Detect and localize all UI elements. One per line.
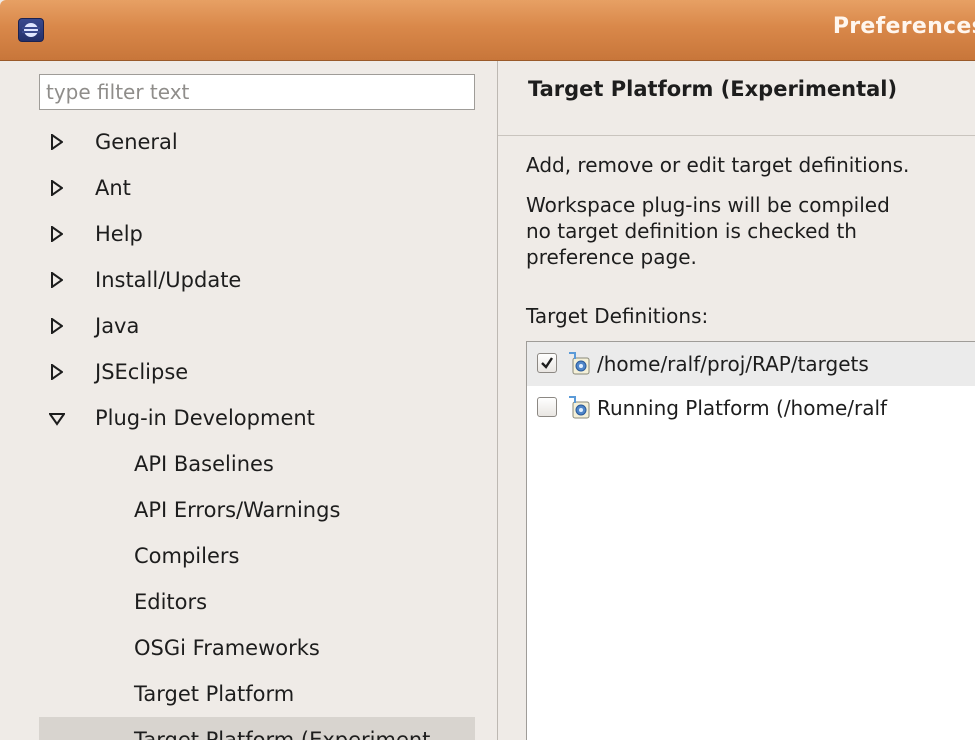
tree-item-plugin-development[interactable]: Plug-in Development bbox=[39, 395, 475, 441]
tree-item-api-errors-warnings[interactable]: API Errors/Warnings bbox=[39, 487, 475, 533]
tree-item-compilers[interactable]: Compilers bbox=[39, 533, 475, 579]
target-definitions-label: Target Definitions: bbox=[526, 304, 709, 328]
tree-item-label: Help bbox=[95, 222, 143, 246]
title-bar[interactable]: Preferences bbox=[0, 0, 975, 61]
triangle-right-icon[interactable] bbox=[51, 211, 67, 257]
triangle-right-icon[interactable] bbox=[51, 119, 67, 165]
triangle-down-icon[interactable] bbox=[49, 395, 67, 441]
title-separator bbox=[498, 135, 975, 136]
preference-page-panel: Target Platform (Experimental) Add, remo… bbox=[498, 61, 975, 740]
definition-label: /home/ralf/proj/RAP/targets bbox=[597, 352, 869, 376]
tree-item-label: Compilers bbox=[134, 544, 240, 568]
tree-item-label: Java bbox=[95, 314, 140, 338]
tree-item-target-platform-experimental[interactable]: Target Platform (Experiment bbox=[39, 717, 475, 740]
tree-item-label: Editors bbox=[134, 590, 208, 614]
tree-item-help[interactable]: Help bbox=[39, 211, 475, 257]
triangle-right-icon[interactable] bbox=[51, 349, 67, 395]
preferences-window: Preferences General Ant Help bbox=[0, 0, 975, 740]
tree-item-label: API Baselines bbox=[134, 452, 274, 476]
target-definitions-list[interactable]: /home/ralf/proj/RAP/targets Running Plat… bbox=[526, 341, 975, 740]
tree-item-osgi-frameworks[interactable]: OSGi Frameworks bbox=[39, 625, 475, 671]
tree-item-general[interactable]: General bbox=[39, 119, 475, 165]
tree-item-label: Target Platform bbox=[134, 682, 295, 706]
triangle-right-icon[interactable] bbox=[51, 165, 67, 211]
list-item[interactable]: /home/ralf/proj/RAP/targets bbox=[527, 342, 975, 386]
tree-item-install-update[interactable]: Install/Update bbox=[39, 257, 475, 303]
tree-item-label: Ant bbox=[95, 176, 131, 200]
page-title: Target Platform (Experimental) bbox=[528, 77, 898, 101]
preference-tree: General Ant Help Install/Update Java JSE… bbox=[39, 119, 475, 740]
page-description: Add, remove or edit target definitions. bbox=[526, 153, 910, 177]
triangle-right-icon[interactable] bbox=[51, 303, 67, 349]
window-title: Preferences bbox=[832, 14, 975, 39]
tree-item-label: OSGi Frameworks bbox=[134, 636, 320, 660]
preference-tree-panel: General Ant Help Install/Update bbox=[0, 61, 497, 740]
tree-item-api-baselines[interactable]: API Baselines bbox=[39, 441, 475, 487]
tree-item-ant[interactable]: Ant bbox=[39, 165, 475, 211]
tree-item-jseclipse[interactable]: JSEclipse bbox=[39, 349, 475, 395]
window-menu-icon[interactable] bbox=[18, 18, 44, 42]
filter-input[interactable] bbox=[39, 74, 475, 110]
target-definition-icon bbox=[569, 352, 590, 375]
page-description-line-3: preference page. bbox=[526, 245, 697, 269]
checkmark-icon bbox=[541, 357, 553, 369]
definition-checkbox-unchecked[interactable] bbox=[537, 397, 557, 417]
tree-item-label: Install/Update bbox=[95, 268, 242, 292]
tree-item-label: General bbox=[95, 130, 178, 154]
definition-label: Running Platform (/home/ralf bbox=[597, 396, 888, 420]
triangle-right-icon[interactable] bbox=[51, 257, 67, 303]
tree-item-java[interactable]: Java bbox=[39, 303, 475, 349]
list-item[interactable]: Running Platform (/home/ralf bbox=[527, 386, 975, 430]
page-description-line-2: no target definition is checked th bbox=[526, 219, 857, 243]
page-description-line-1: Workspace plug-ins will be compiled bbox=[526, 193, 890, 217]
tree-item-editors[interactable]: Editors bbox=[39, 579, 475, 625]
tree-item-label: Target Platform (Experiment bbox=[134, 728, 431, 740]
tree-item-label: JSEclipse bbox=[95, 360, 189, 384]
tree-item-target-platform[interactable]: Target Platform bbox=[39, 671, 475, 717]
tree-item-label: Plug-in Development bbox=[95, 406, 315, 430]
definition-checkbox-checked[interactable] bbox=[537, 353, 557, 373]
tree-item-label: API Errors/Warnings bbox=[134, 498, 341, 522]
target-definition-icon bbox=[569, 396, 590, 419]
